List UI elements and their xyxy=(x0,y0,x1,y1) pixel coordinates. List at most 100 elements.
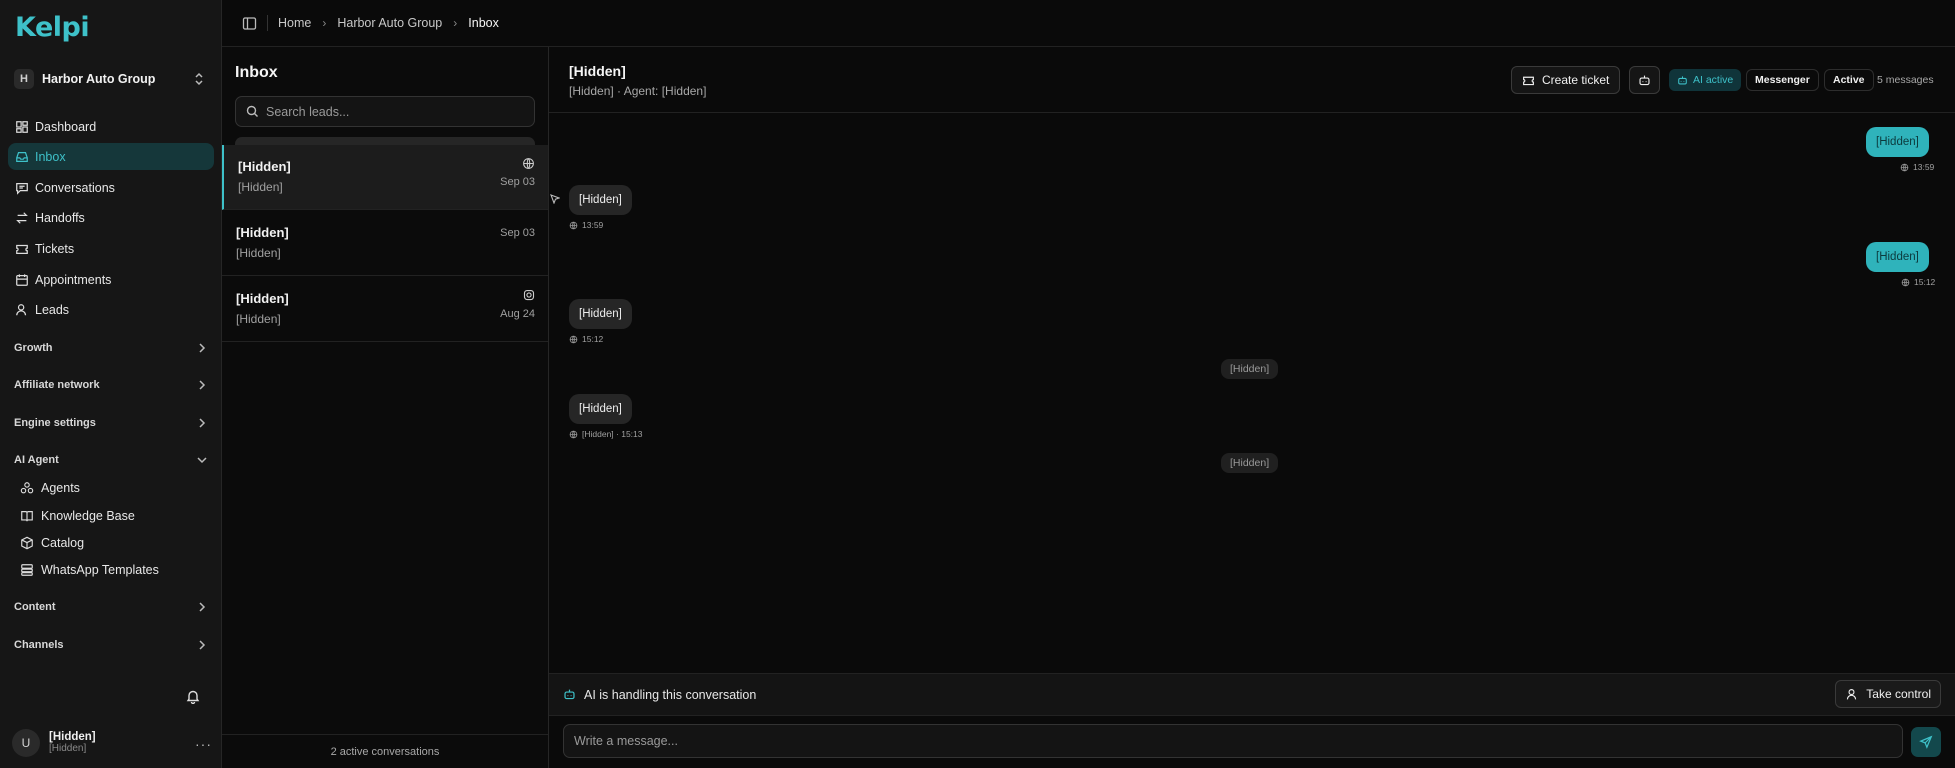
sub-agents[interactable]: Agents xyxy=(20,477,210,499)
search-box[interactable] xyxy=(235,96,535,127)
chevron-right-icon: › xyxy=(453,16,458,30)
chat-title: [Hidden] xyxy=(569,63,626,79)
breadcrumb: Home › Harbor Auto Group › Inbox xyxy=(278,16,499,30)
bot-icon xyxy=(1678,75,1687,84)
system-message: [Hidden] xyxy=(1221,453,1279,473)
ticket-icon xyxy=(1523,76,1534,85)
top-bar: Home › Harbor Auto Group › Inbox xyxy=(222,0,1955,47)
nav-appointments[interactable]: Appointments xyxy=(8,266,214,293)
agents-icon xyxy=(20,482,34,494)
nav-leads[interactable]: Leads xyxy=(8,296,214,323)
nav-label: Leads xyxy=(35,302,70,317)
globe-icon xyxy=(569,430,578,438)
section-label: AI Agent xyxy=(14,454,59,466)
user-menu[interactable]: U [Hidden] [Hidden] ··· xyxy=(12,728,212,758)
divider xyxy=(267,15,268,31)
section-channels[interactable]: Channels xyxy=(14,635,210,655)
lead-item[interactable]: [Hidden] [Hidden] Sep 03 xyxy=(222,211,548,276)
lead-name: [Hidden] xyxy=(236,291,289,306)
sub-whatsapp-templates[interactable]: WhatsApp Templates xyxy=(20,559,210,581)
nav-tickets[interactable]: Tickets xyxy=(8,235,214,262)
sub-label: Agents xyxy=(41,481,80,495)
system-message: [Hidden] xyxy=(1221,359,1279,379)
box-icon xyxy=(21,536,33,550)
section-label: Content xyxy=(14,601,56,613)
inbox-panel: Inbox 2 1 1 [Hidden] [Hidden] xyxy=(222,47,549,768)
chevron-up-down-icon xyxy=(195,72,203,86)
message-meta: 15:12 xyxy=(569,334,603,344)
section-label: Growth xyxy=(14,342,53,354)
lead-item[interactable]: [Hidden] [Hidden] Aug 24 xyxy=(222,277,548,342)
section-label: Channels xyxy=(14,639,64,651)
chat-subtitle: [Hidden] · Agent: [Hidden] xyxy=(569,84,707,98)
search-icon xyxy=(246,105,258,117)
nav-label: Dashboard xyxy=(35,119,97,134)
nav-label: Appointments xyxy=(35,272,112,287)
handoffs-icon xyxy=(16,211,28,224)
nav-label: Conversations xyxy=(35,180,115,195)
chat-header: [Hidden] [Hidden] · Agent: [Hidden] Crea… xyxy=(549,47,1955,113)
sidebar-toggle-icon[interactable] xyxy=(242,16,257,31)
mouse-cursor-icon xyxy=(550,194,560,204)
lead-date: Sep 03 xyxy=(500,176,535,188)
message-time: 13:59 xyxy=(582,220,604,230)
nav-dashboard[interactable]: Dashboard xyxy=(8,113,214,140)
ai-handling-text: AI is handling this conversation xyxy=(584,687,757,702)
message-incoming: [Hidden] xyxy=(569,299,632,329)
nav-handoffs[interactable]: Handoffs xyxy=(8,204,214,231)
composer xyxy=(549,715,1955,768)
conversations-icon xyxy=(16,182,28,195)
lead-subtitle: [Hidden] xyxy=(238,180,283,194)
chevron-right-icon xyxy=(199,640,206,650)
lead-subtitle: [Hidden] xyxy=(236,312,281,326)
send-button[interactable] xyxy=(1911,727,1941,757)
breadcrumb-org[interactable]: Harbor Auto Group xyxy=(337,16,442,30)
inbox-icon xyxy=(16,151,28,162)
nav-conversations[interactable]: Conversations xyxy=(8,174,214,201)
section-growth[interactable]: Growth xyxy=(14,338,210,358)
nav-inbox[interactable]: Inbox xyxy=(8,143,214,170)
section-content[interactable]: Content xyxy=(14,597,210,617)
message-input[interactable] xyxy=(563,724,1903,758)
lead-item[interactable]: [Hidden] [Hidden] Sep 03 xyxy=(222,145,548,210)
create-ticket-button[interactable]: Create ticket xyxy=(1511,66,1621,94)
dashboard-icon xyxy=(16,120,28,133)
globe-icon xyxy=(569,335,578,343)
chat-panel: [Hidden] [Hidden] · Agent: [Hidden] Crea… xyxy=(549,47,1955,768)
globe-icon xyxy=(1900,163,1909,171)
book-icon xyxy=(21,511,33,522)
section-affiliate[interactable]: Affiliate network xyxy=(14,375,210,395)
section-engine-settings[interactable]: Engine settings xyxy=(14,413,210,433)
lead-date: Sep 03 xyxy=(500,227,535,239)
nav-label: Handoffs xyxy=(35,210,85,225)
chevron-right-icon xyxy=(199,343,206,353)
button-label: Create ticket xyxy=(1542,73,1610,87)
bell-icon[interactable] xyxy=(186,689,200,704)
leads-icon xyxy=(16,303,27,315)
templates-icon xyxy=(21,564,33,576)
message-meta: 15:12 xyxy=(1901,277,1935,287)
app-logo[interactable]: Kelpi xyxy=(15,12,90,43)
globe-icon xyxy=(523,158,534,169)
breadcrumb-current: Inbox xyxy=(468,16,499,30)
section-ai-agent[interactable]: AI Agent xyxy=(14,450,210,470)
sub-catalog[interactable]: Catalog xyxy=(20,532,210,554)
nav-label: Inbox xyxy=(35,149,66,164)
lead-subtitle: [Hidden] xyxy=(236,246,281,260)
take-control-button[interactable]: Take control xyxy=(1835,680,1941,708)
sidebar: Kelpi H Harbor Auto Group Dashboard Inbo… xyxy=(0,0,222,768)
badge-label: AI active xyxy=(1693,74,1734,86)
message-time: 13:59 xyxy=(1913,162,1935,172)
message-meta: 13:59 xyxy=(1900,162,1934,172)
more-icon[interactable]: ··· xyxy=(195,736,212,752)
org-switcher[interactable]: H Harbor Auto Group xyxy=(8,64,212,94)
lead-date: Aug 24 xyxy=(500,308,535,320)
search-input[interactable] xyxy=(266,104,516,119)
instagram-icon xyxy=(523,289,535,301)
bot-button[interactable] xyxy=(1629,66,1660,94)
nav-label: Tickets xyxy=(35,241,75,256)
sub-knowledge-base[interactable]: Knowledge Base xyxy=(20,505,210,527)
breadcrumb-home[interactable]: Home xyxy=(278,16,311,30)
globe-icon xyxy=(1901,278,1910,286)
send-icon xyxy=(1919,735,1933,749)
